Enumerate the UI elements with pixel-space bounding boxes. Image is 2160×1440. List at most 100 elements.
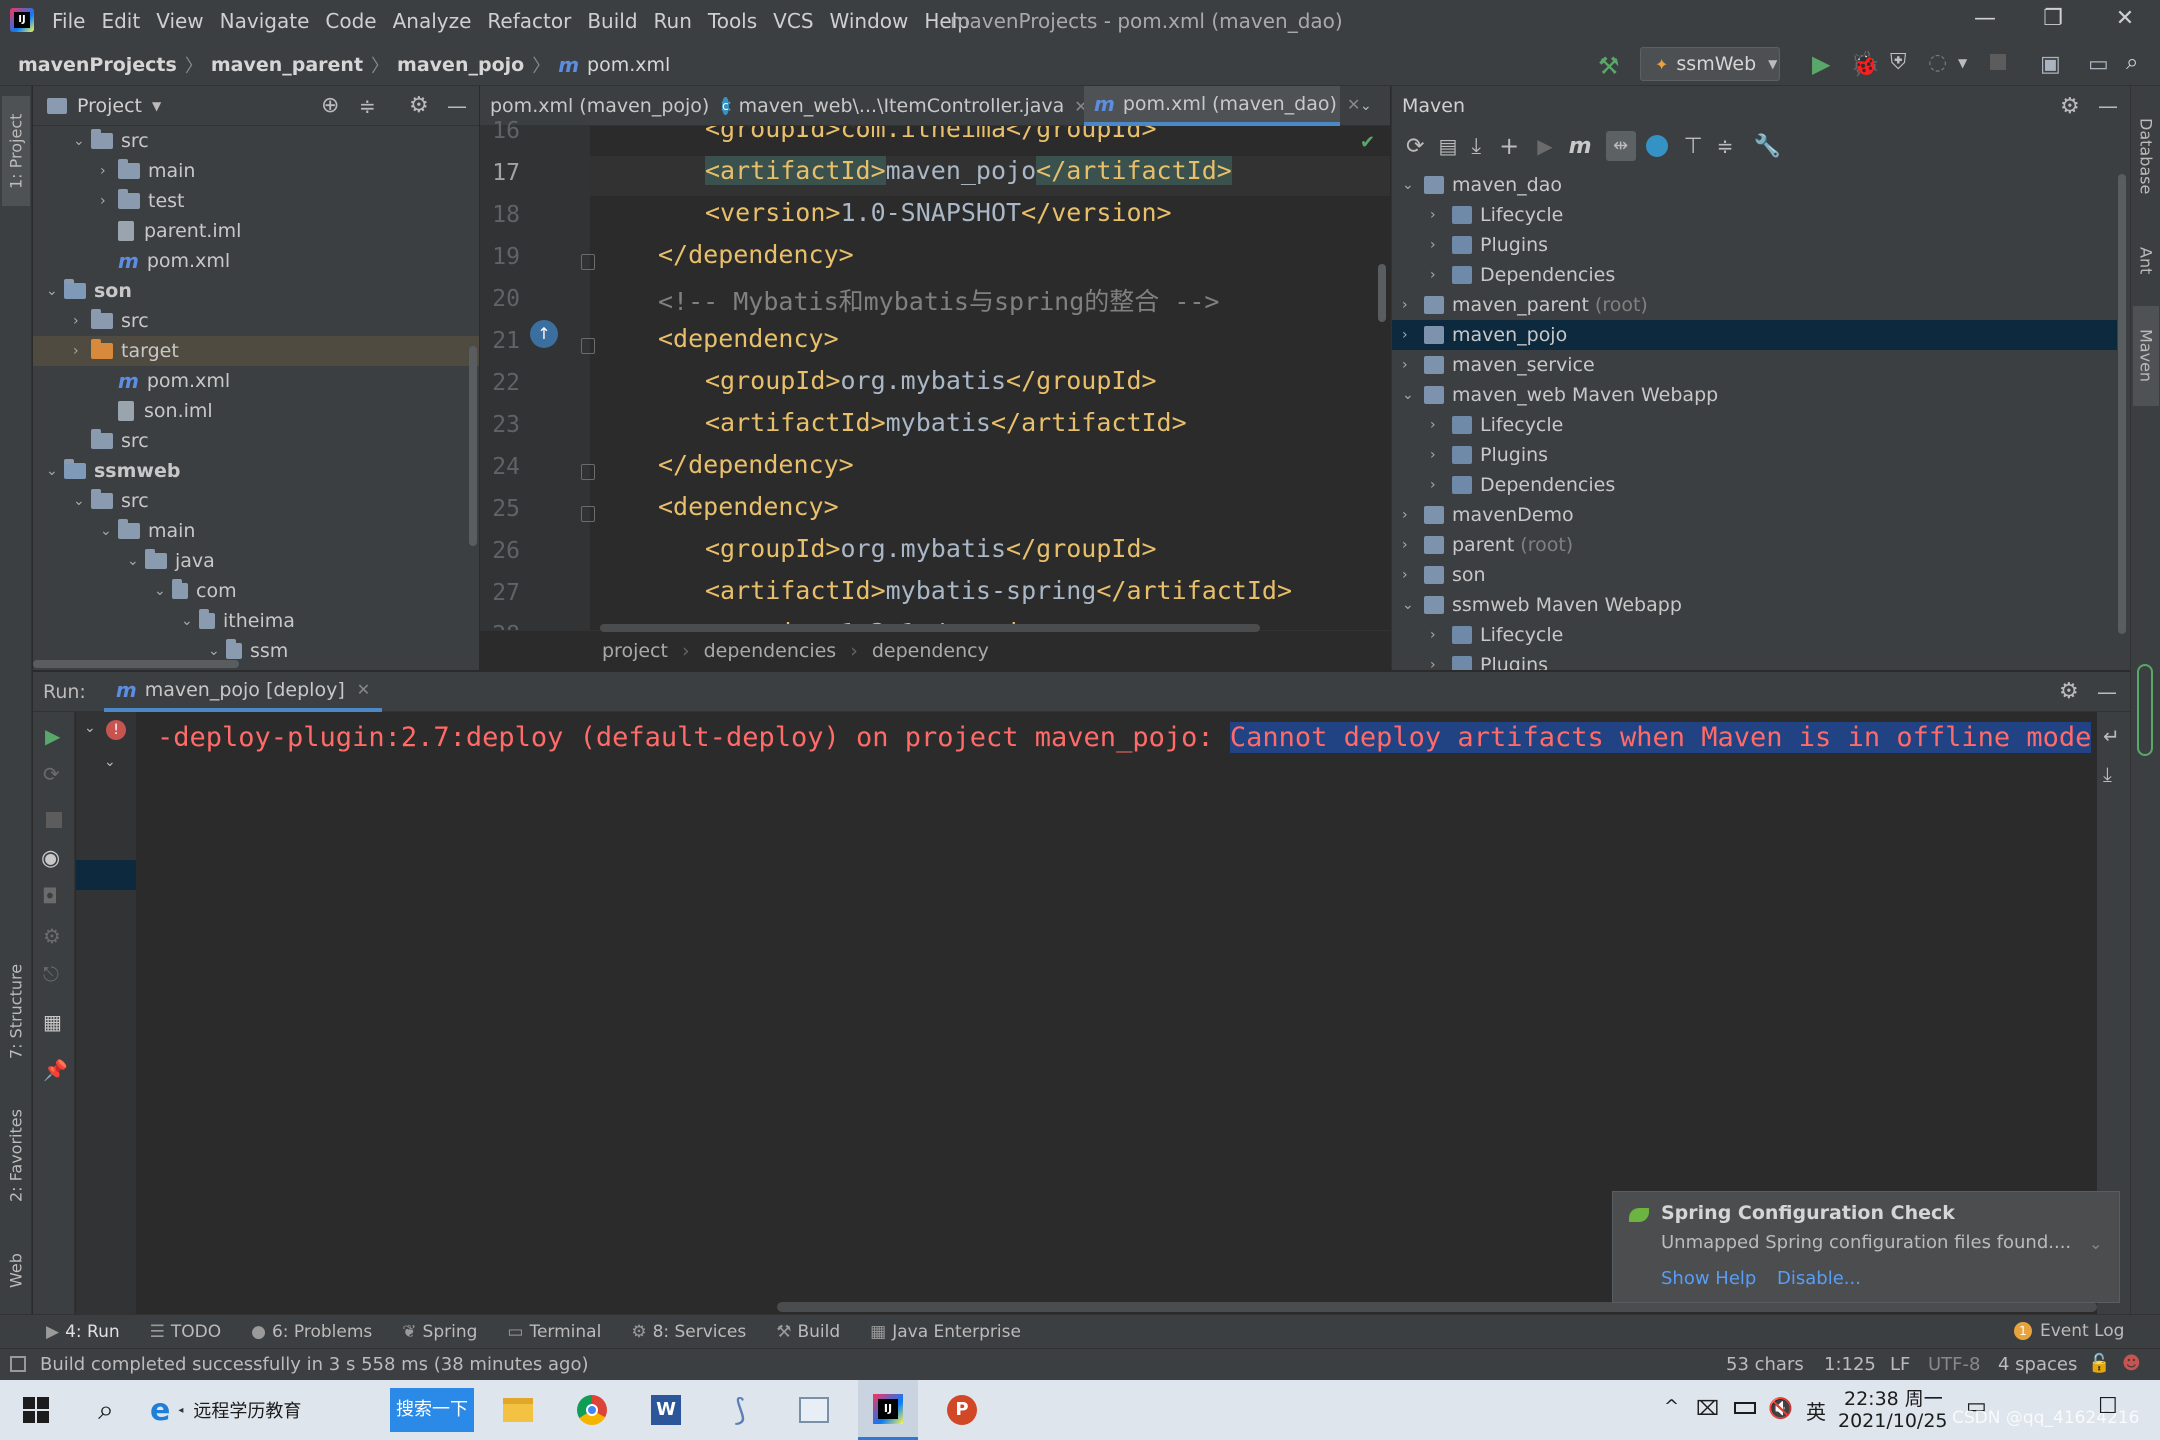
gear-icon[interactable]: ⚙ (409, 93, 429, 118)
chevron-right-icon[interactable]: › (1402, 507, 1424, 523)
tool-window-run[interactable]: ▶ 4: Run (46, 1322, 120, 1342)
maven-tree-item[interactable]: › maven_service (1392, 350, 2117, 380)
project-tree-item[interactable]: › target (33, 336, 479, 366)
tool-window-services[interactable]: ⚙ 8: Services (631, 1322, 746, 1342)
maven-tree-item[interactable]: › son (1392, 560, 2117, 590)
menu-navigate[interactable]: Navigate (220, 9, 310, 33)
close-window-button[interactable]: ✕ (2102, 6, 2148, 36)
menu-run[interactable]: Run (654, 9, 692, 33)
clock-date[interactable]: 2021/10/25 (1838, 1410, 1948, 1432)
line-separator[interactable]: LF (1890, 1354, 1910, 1375)
project-structure-icon[interactable]: ▣ (2040, 52, 2061, 77)
chevron-down-icon[interactable]: ⌄ (73, 493, 91, 509)
menu-edit[interactable]: Edit (101, 9, 140, 33)
chevron-down-icon[interactable]: ⌄ (127, 553, 145, 569)
menu-file[interactable]: File (52, 9, 85, 33)
show-help-link[interactable]: Show Help (1661, 1268, 1756, 1289)
menu-vcs[interactable]: VCS (773, 9, 813, 33)
tool-window-terminal[interactable]: ▭ Terminal (507, 1322, 601, 1342)
chevron-right-icon[interactable]: › (1402, 567, 1424, 583)
run-tab-maven-pojo-deploy[interactable]: m maven_pojo [deploy] ✕ (103, 672, 383, 712)
caret-position[interactable]: 1:125 (1824, 1354, 1876, 1375)
tool-window-spring[interactable]: ❦ Spring (402, 1322, 477, 1342)
project-tree-item[interactable]: m pom.xml (100, 366, 230, 396)
eye-icon[interactable]: ◉ (41, 846, 60, 871)
chevron-down-icon[interactable]: ⌄ (208, 643, 226, 659)
profile-icon[interactable]: ◌ (1928, 50, 1947, 75)
project-tree-item[interactable]: ⌄ src (73, 126, 149, 156)
add-icon[interactable]: + (1499, 132, 1519, 160)
chevron-up-icon[interactable]: ^ (1664, 1396, 1679, 1417)
stop-icon[interactable] (1990, 54, 2006, 70)
breadcrumb-parent[interactable]: maven_parent (211, 54, 363, 76)
chevron-down-icon[interactable]: ⌄ (181, 613, 199, 629)
chevron-down-icon[interactable]: ⌄ (100, 523, 118, 539)
project-tree-item[interactable]: ⌄ itheima (181, 606, 295, 636)
rerun-failed-icon[interactable]: ⟳ (43, 762, 60, 786)
lock-icon[interactable]: 🔓 (2088, 1353, 2110, 1374)
disable-link[interactable]: Disable... (1777, 1268, 1861, 1289)
offline-mode-icon[interactable]: ⇹ (1605, 131, 1636, 161)
scrollbar[interactable] (1378, 264, 1386, 322)
tool-tab-ant[interactable]: Ant (2133, 226, 2159, 296)
chrome-icon[interactable] (562, 1380, 622, 1440)
gear-icon[interactable]: ⚙ (2059, 679, 2079, 704)
chevron-right-icon[interactable]: › (100, 163, 118, 179)
reimport-folder-icon[interactable]: ▤ (1438, 134, 1457, 158)
collapse-all-icon[interactable]: ≑ (1717, 134, 1734, 158)
breadcrumb-dependency-tag[interactable]: dependency (872, 640, 989, 662)
menu-tools[interactable]: Tools (708, 9, 757, 33)
tab-pom-maven-dao[interactable]: m pom.xml (maven_dao) ✕ (1084, 86, 1360, 126)
chevron-right-icon[interactable]: › (1402, 297, 1424, 313)
scrollbar[interactable] (469, 346, 477, 546)
volume-muted-icon[interactable]: 🔇 (1768, 1396, 1793, 1420)
chevron-down-icon[interactable]: ⌄ (73, 133, 91, 149)
menu-window[interactable]: Window (830, 9, 909, 33)
scroll-to-end-icon[interactable]: ⤓ (2103, 762, 2112, 786)
dolphin-app-icon[interactable]: ⟆ (710, 1380, 770, 1440)
project-view-select[interactable]: Project (77, 95, 142, 117)
project-tree-item[interactable]: ⌄ main (100, 516, 195, 546)
breadcrumb-file[interactable]: pom.xml (587, 54, 670, 76)
battery-icon[interactable] (1734, 1402, 1756, 1414)
chevron-right-icon[interactable]: › (1402, 327, 1424, 343)
file-encoding[interactable]: UTF-8 (1928, 1354, 1980, 1375)
tool-window-problems[interactable]: ● 6: Problems (251, 1322, 372, 1342)
layout-icon[interactable]: ▭ (2088, 52, 2109, 77)
debug-icon[interactable]: 🐞 (1850, 50, 1880, 78)
selection-chars[interactable]: 53 chars (1726, 1354, 1804, 1375)
chevron-right-icon[interactable]: › (73, 313, 91, 329)
tool-tab-favorites[interactable]: 2: Favorites (2, 1096, 30, 1216)
chevron-right-icon[interactable]: › (1402, 537, 1424, 553)
close-icon[interactable]: ✕ (1347, 95, 1360, 114)
chevron-right-icon[interactable]: › (1430, 447, 1452, 463)
reload-icon[interactable]: ⟳ (1406, 134, 1424, 159)
horizontal-scrollbar[interactable] (600, 624, 1260, 632)
gear-icon[interactable]: ⚙ (2060, 94, 2080, 119)
restore-button[interactable]: ❐ (2030, 6, 2076, 36)
search-icon[interactable]: ⌕ (2126, 50, 2138, 75)
hide-icon[interactable]: — (2098, 94, 2118, 118)
maven-tree-item[interactable]: › Plugins (1392, 440, 2117, 470)
wrench-icon[interactable]: 🔧 (1753, 134, 1780, 159)
maven-tree-item[interactable]: › maven_pojo (1392, 320, 2117, 350)
hide-icon[interactable]: — (2097, 680, 2117, 704)
breadcrumb-module[interactable]: maven_pojo (397, 54, 524, 76)
image-viewer-icon[interactable] (784, 1380, 844, 1440)
intellij-taskbar-icon[interactable]: IJ (858, 1380, 918, 1440)
run-config-select[interactable]: ✦ ssmWeb ▼ (1640, 47, 1780, 81)
tool-tab-database[interactable]: Database (2133, 96, 2159, 216)
menu-build[interactable]: Build (587, 9, 637, 33)
maven-tree-item[interactable]: ⌄ maven_dao (1392, 170, 2117, 200)
locate-icon[interactable]: ⊕ (321, 93, 339, 118)
chevron-down-icon[interactable]: ⌄ (104, 754, 116, 770)
chevron-right-icon[interactable]: › (1430, 657, 1452, 670)
menu-refactor[interactable]: Refactor (487, 9, 571, 33)
project-tree-item[interactable]: ⌄ son (46, 276, 132, 306)
project-tree-item[interactable]: ⌄ com (154, 576, 237, 606)
hide-icon[interactable]: — (447, 94, 467, 118)
project-tree-item[interactable]: son.iml (100, 396, 213, 426)
maven-tree-item[interactable]: › Plugins (1392, 650, 2117, 670)
maven-tree-item[interactable]: › Lifecycle (1392, 620, 2117, 650)
camera-icon[interactable]: ◘ (42, 884, 58, 908)
